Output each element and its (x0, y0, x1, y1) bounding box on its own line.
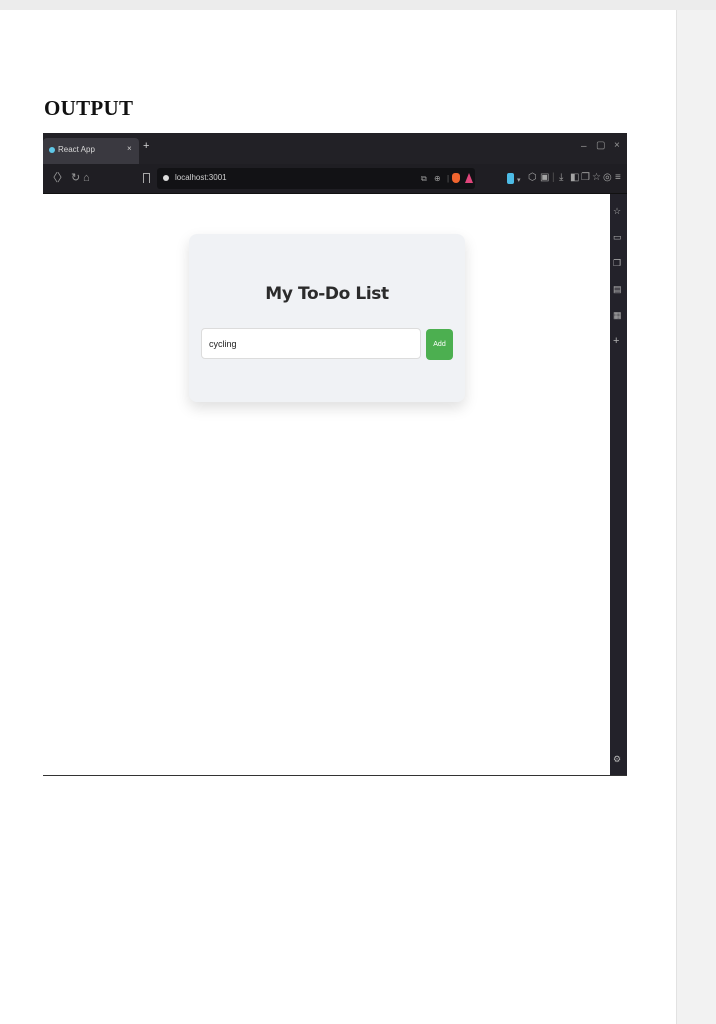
browser-screenshot: React App × + – ▢ × 〈 〉 ↻ ⌂ localhost:30… (43, 133, 627, 776)
react-favicon-icon (49, 147, 55, 153)
brave-rewards-icon[interactable] (465, 173, 473, 183)
new-tab-icon[interactable]: + (143, 141, 149, 152)
address-bar[interactable]: localhost:3001 ⧉ ⊕ | (157, 168, 475, 189)
minimize-icon[interactable]: – (581, 141, 587, 152)
clipboard-icon[interactable]: ❐ (581, 172, 590, 184)
section-heading: OUTPUT (44, 96, 134, 120)
brave-shield-icon[interactable] (452, 173, 460, 183)
share-icon[interactable]: ⧉ (421, 174, 427, 184)
tab-close-icon[interactable]: × (127, 144, 132, 153)
url-text[interactable]: localhost:3001 (175, 173, 227, 182)
site-info-icon[interactable] (163, 175, 169, 181)
forward-icon[interactable]: 〉 (57, 172, 68, 184)
maximize-icon[interactable]: ▢ (596, 140, 605, 151)
history-panel-icon[interactable]: ❐ (613, 258, 621, 268)
add-panel-icon[interactable]: + (613, 336, 619, 347)
tab-react-app[interactable]: React App × (43, 138, 139, 164)
divider-icon: | (447, 174, 450, 183)
navigation-bar: 〈 〉 ↻ ⌂ localhost:3001 ⧉ ⊕ | ▾ ⬡ ▣ | ⤓ ◧… (43, 164, 627, 194)
zoom-icon[interactable]: ⊕ (434, 174, 441, 183)
home-icon[interactable]: ⌂ (83, 172, 90, 184)
vpn-icon[interactable]: ◎ (603, 172, 612, 184)
extension-badge-icon: ▾ (517, 177, 521, 184)
bookmark-icon[interactable] (143, 173, 150, 183)
side-panel: ☆ ▭ ❐ ▤ ▦ + ⚙ (610, 194, 627, 775)
menu-icon[interactable]: ≡ (615, 172, 621, 184)
notes-panel-icon[interactable]: ▤ (613, 284, 622, 294)
web-page-content: My To-Do List Add (43, 194, 610, 775)
settings-icon[interactable]: ⚙ (613, 754, 621, 764)
puzzle-icon[interactable]: ⬡ (528, 172, 537, 184)
feed-panel-icon[interactable]: ▦ (613, 310, 622, 320)
wallet-icon[interactable]: ▣ (540, 172, 549, 184)
tab-strip: React App × + – ▢ × (43, 133, 627, 164)
todo-card: My To-Do List Add (189, 234, 465, 402)
todo-title: My To-Do List (265, 284, 389, 304)
window-close-icon[interactable]: × (614, 140, 620, 151)
download-icon[interactable]: ⤓ (559, 172, 563, 184)
todo-input[interactable] (201, 328, 421, 359)
reading-list-icon[interactable]: ▭ (613, 232, 622, 242)
extension-icon[interactable] (507, 173, 514, 184)
tab-title: React App (58, 145, 95, 154)
toolbar-divider-icon: | (552, 172, 555, 183)
top-strip (0, 0, 716, 10)
bookmarks-panel-icon[interactable]: ☆ (613, 206, 621, 216)
add-button[interactable]: Add (426, 329, 453, 360)
star-icon[interactable]: ☆ (592, 172, 601, 184)
document-gutter (676, 10, 716, 1024)
reload-icon[interactable]: ↻ (71, 172, 80, 184)
sidebar-icon[interactable]: ◧ (570, 172, 579, 184)
